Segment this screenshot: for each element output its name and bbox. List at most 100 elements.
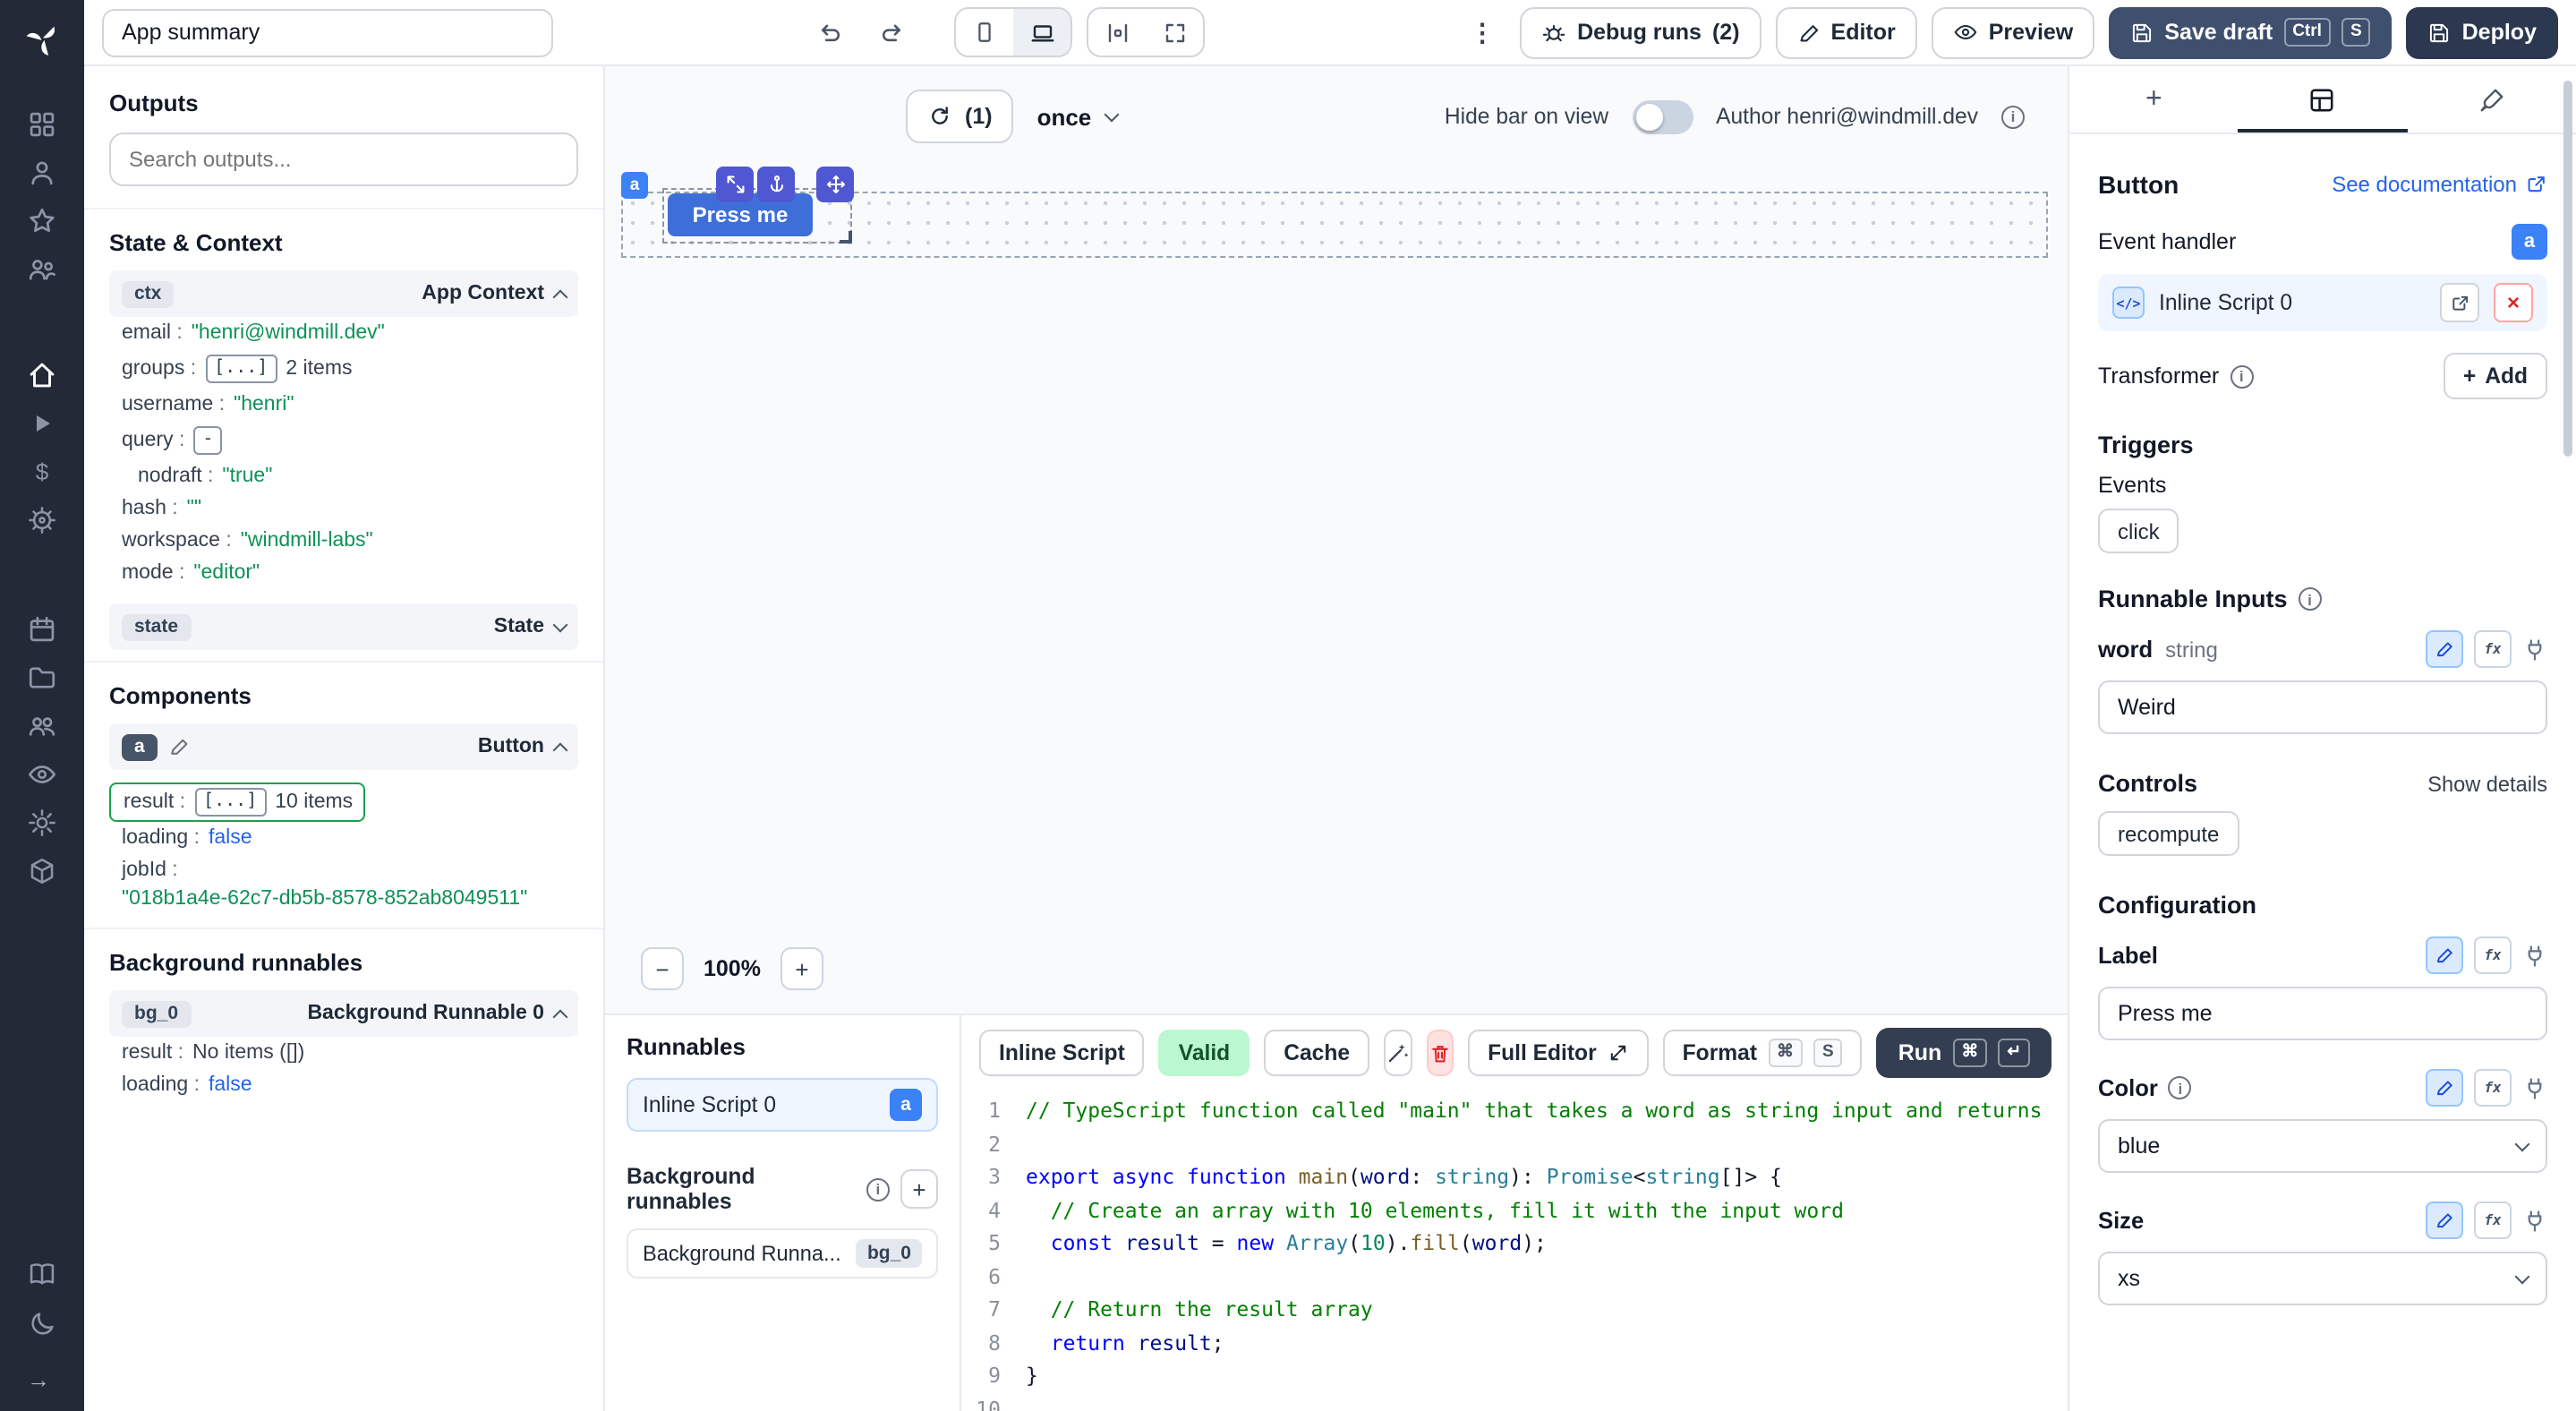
user-icon[interactable]: [27, 158, 57, 188]
info-icon[interactable]: i: [866, 1177, 890, 1201]
static-value-icon[interactable]: [2426, 1069, 2463, 1107]
connect-plug-icon[interactable]: [2522, 1208, 2547, 1233]
desktop-view-button[interactable]: [1013, 9, 1070, 56]
info-icon[interactable]: i: [2230, 364, 2253, 388]
play-icon[interactable]: [27, 408, 57, 439]
eye-icon[interactable]: [27, 759, 57, 790]
remove-script-button[interactable]: ×: [2494, 283, 2533, 322]
output-row-hash[interactable]: hash"": [109, 492, 578, 525]
output-row-mode[interactable]: mode"editor": [109, 557, 578, 589]
connect-plug-icon[interactable]: [2522, 637, 2547, 662]
fullscreen-button[interactable]: [1146, 9, 1203, 56]
info-icon[interactable]: i: [2169, 1076, 2192, 1099]
resize-handle[interactable]: [840, 231, 852, 244]
static-value-icon[interactable]: [2426, 936, 2463, 974]
eval-expression-icon[interactable]: fx: [2474, 936, 2512, 974]
component-a-header-row[interactable]: a Button: [109, 723, 578, 770]
background-runnable-item[interactable]: Background Runna... bg_0: [627, 1228, 938, 1278]
component-settings-tab[interactable]: [2239, 66, 2408, 133]
bg0-header-row[interactable]: bg_0 Background Runnable 0: [109, 990, 578, 1037]
connect-plug-icon[interactable]: [2522, 1075, 2547, 1100]
event-script-row[interactable]: </> Inline Script 0 ×: [2098, 274, 2547, 331]
apps-icon[interactable]: [27, 109, 57, 140]
add-transformer-button[interactable]: +Add: [2444, 353, 2547, 399]
output-row-query[interactable]: query-: [109, 421, 578, 460]
star-icon[interactable]: [27, 206, 57, 236]
output-row-bg-result[interactable]: resultNo items ([]): [109, 1037, 578, 1069]
open-script-button[interactable]: [2440, 283, 2479, 322]
schedule-select[interactable]: once: [1037, 103, 1117, 130]
label-input[interactable]: [2098, 987, 2547, 1040]
editor-button[interactable]: Editor: [1776, 6, 1917, 58]
inline-script-item[interactable]: Inline Script 0 a: [627, 1078, 938, 1132]
add-background-runnable-button[interactable]: +: [900, 1169, 938, 1209]
more-menu-icon[interactable]: ⋮: [1459, 17, 1506, 47]
output-row-groups[interactable]: groups[...]2 items: [109, 349, 578, 389]
state-header-row[interactable]: state State: [109, 603, 578, 650]
gear-icon[interactable]: [27, 808, 57, 838]
output-row-result[interactable]: result[...]10 items: [111, 786, 353, 818]
output-row-bg-loading[interactable]: loadingfalse: [109, 1069, 578, 1101]
folder-icon[interactable]: [27, 663, 57, 693]
zoom-in-button[interactable]: +: [780, 947, 823, 990]
cube-icon[interactable]: [27, 856, 57, 886]
app-canvas[interactable]: (1) once Hide bar on view Author henri@w…: [605, 66, 2068, 1013]
moon-icon[interactable]: [27, 1307, 57, 1338]
connect-plug-icon[interactable]: [2522, 943, 2547, 968]
insert-component-tab[interactable]: +: [2069, 66, 2239, 133]
zoom-out-button[interactable]: −: [641, 947, 684, 990]
scrollbar[interactable]: [2563, 81, 2572, 457]
debug-runs-button[interactable]: Debug runs (2): [1520, 6, 1761, 58]
recompute-chip[interactable]: recompute: [2098, 811, 2239, 856]
run-button[interactable]: Run⌘↵: [1877, 1028, 2052, 1078]
size-select[interactable]: xs: [2098, 1252, 2547, 1305]
output-row-jobid[interactable]: jobId: [109, 854, 578, 886]
save-draft-button[interactable]: Save draft Ctrl S: [2109, 6, 2392, 58]
word-input[interactable]: [2098, 680, 2547, 734]
calendar-icon[interactable]: [27, 614, 57, 645]
format-button[interactable]: Format⌘S: [1663, 1030, 1863, 1076]
eval-expression-icon[interactable]: fx: [2474, 630, 2512, 668]
click-event-chip[interactable]: click: [2098, 509, 2179, 553]
home-icon[interactable]: [27, 360, 57, 390]
dollar-icon[interactable]: $: [27, 457, 57, 487]
move-component-icon[interactable]: [816, 167, 854, 202]
book-icon[interactable]: [27, 1259, 57, 1289]
output-row-loading[interactable]: loadingfalse: [109, 822, 578, 854]
mobile-view-button[interactable]: [956, 9, 1013, 56]
app-summary-input[interactable]: [102, 8, 553, 56]
deploy-button[interactable]: Deploy: [2407, 6, 2558, 58]
static-value-icon[interactable]: [2426, 630, 2463, 668]
delete-script-button[interactable]: [1427, 1030, 1454, 1076]
output-row-nodraft[interactable]: nodraft"true": [109, 460, 578, 492]
eval-expression-icon[interactable]: fx: [2474, 1069, 2512, 1107]
ai-wand-button[interactable]: [1384, 1030, 1412, 1076]
color-select[interactable]: blue: [2098, 1119, 2547, 1173]
styling-tab[interactable]: [2407, 66, 2576, 133]
ctx-header-row[interactable]: ctx App Context: [109, 270, 578, 317]
full-editor-button[interactable]: Full Editor: [1468, 1030, 1649, 1076]
refresh-button[interactable]: (1): [906, 90, 1014, 143]
see-documentation-link[interactable]: See documentation: [2332, 172, 2547, 197]
preview-button[interactable]: Preview: [1932, 6, 2095, 58]
expand-component-icon[interactable]: [716, 167, 754, 202]
group-icon[interactable]: [27, 711, 57, 741]
undo-button[interactable]: [807, 9, 854, 56]
static-value-icon[interactable]: [2426, 1201, 2463, 1239]
rename-pencil-icon[interactable]: [168, 736, 190, 757]
cache-button[interactable]: Cache: [1264, 1030, 1369, 1076]
output-row-email[interactable]: email"henri@windmill.dev": [109, 317, 578, 349]
hide-bar-toggle[interactable]: [1632, 99, 1693, 133]
search-outputs-input[interactable]: [109, 133, 578, 186]
info-icon[interactable]: i: [2299, 587, 2322, 611]
output-row-workspace[interactable]: workspace"windmill-labs": [109, 525, 578, 557]
team-icon[interactable]: [27, 254, 57, 285]
output-row-username[interactable]: username"henri": [109, 389, 578, 421]
show-details-link[interactable]: Show details: [2427, 771, 2547, 796]
anchor-component-icon[interactable]: [757, 167, 795, 202]
inline-script-tab[interactable]: Inline Script: [979, 1030, 1145, 1076]
expand-rail-arrow-icon[interactable]: →: [0, 1366, 50, 1393]
redo-button[interactable]: [868, 9, 915, 56]
windmill-logo-icon[interactable]: [19, 16, 65, 63]
info-icon[interactable]: i: [2001, 105, 2025, 128]
